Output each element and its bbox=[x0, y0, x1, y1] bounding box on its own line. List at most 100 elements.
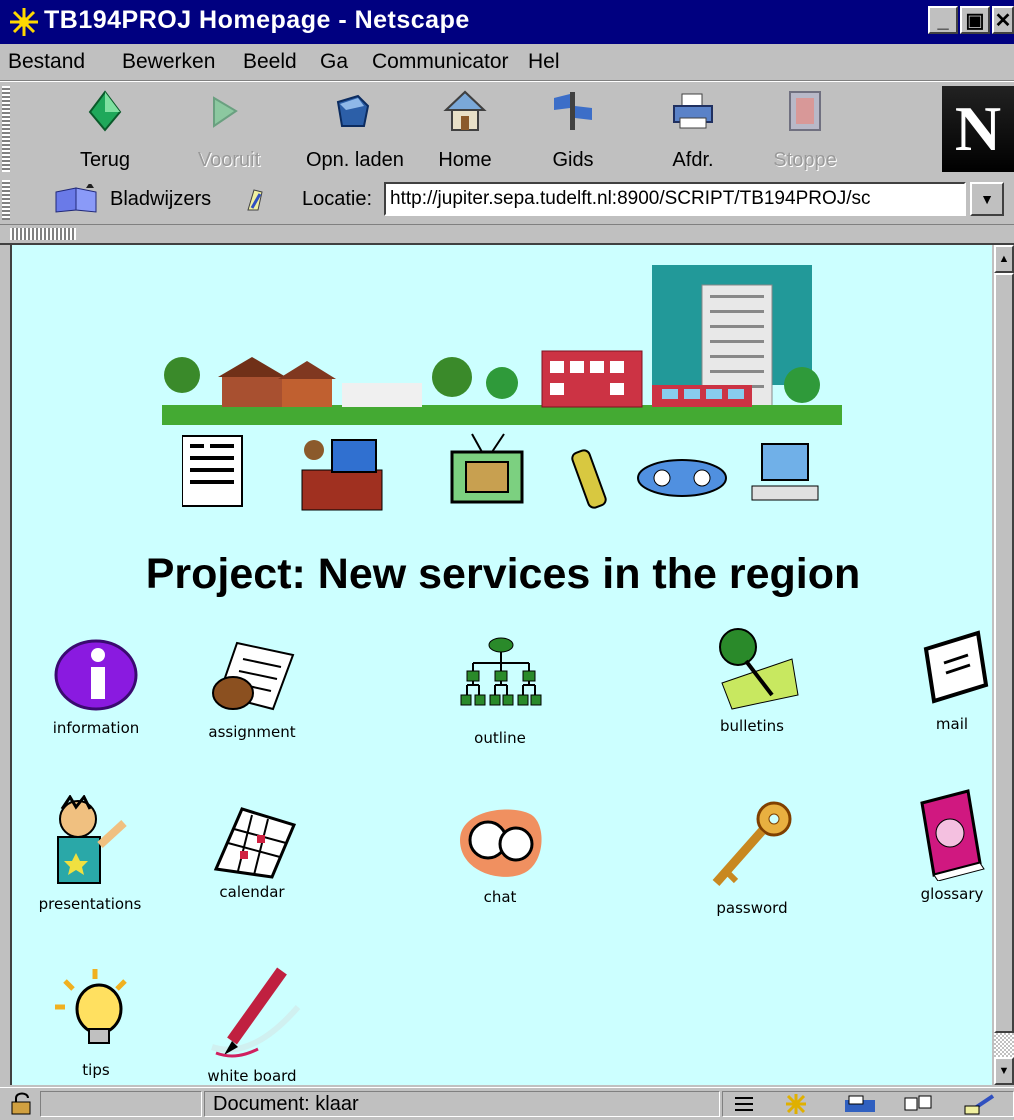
town-banner-image bbox=[162, 265, 842, 425]
location-url-field[interactable]: http://jupiter.sepa.tudelft.nl:8900/SCRI… bbox=[384, 182, 966, 216]
guide-label: Gids bbox=[552, 149, 594, 171]
navigator-icon[interactable] bbox=[781, 1092, 811, 1116]
computer-user-icon bbox=[751, 443, 819, 501]
nav-password[interactable]: password bbox=[682, 795, 822, 917]
back-label: Terug bbox=[79, 149, 131, 171]
stop-label: Stoppe bbox=[773, 149, 837, 171]
progress-meter bbox=[40, 1091, 202, 1117]
title-bar: TB194PROJ Homepage - Netscape _ ▣ ✕ bbox=[0, 0, 1014, 44]
white-board-icon bbox=[211, 967, 301, 1058]
scroll-thumb[interactable] bbox=[994, 273, 1014, 1033]
navigation-toolbar: Terug Vooruit Opn. laden Home Gids Afdr.… bbox=[0, 81, 1014, 177]
status-bar: Document: klaar bbox=[0, 1087, 1014, 1120]
guide-icon bbox=[554, 92, 592, 130]
nav-tips[interactable]: tips bbox=[26, 967, 166, 1079]
glossary-icon bbox=[920, 789, 985, 881]
vertical-scrollbar[interactable]: ▲ ▼ bbox=[994, 245, 1014, 1085]
tips-icon bbox=[55, 969, 127, 1044]
nav-chat[interactable]: chat bbox=[430, 800, 570, 906]
password-icon bbox=[712, 801, 792, 886]
white-board-label: white board bbox=[207, 1067, 297, 1085]
netscape-logo[interactable]: N bbox=[942, 86, 1014, 172]
location-label: Locatie: bbox=[302, 188, 373, 210]
calendar-label: calendar bbox=[219, 883, 285, 901]
discussion-icon[interactable] bbox=[903, 1094, 935, 1114]
menu-beeld[interactable]: Beeld bbox=[243, 50, 297, 74]
home-icon bbox=[443, 90, 487, 131]
page-content: Project: New services in the region info… bbox=[10, 245, 992, 1085]
scroll-up-button[interactable]: ▲ bbox=[994, 245, 1014, 273]
print-button[interactable]: Afdr. bbox=[648, 86, 738, 172]
bookmarks-label: Bladwijzers bbox=[110, 187, 212, 210]
nav-glossary[interactable]: glossary bbox=[882, 785, 992, 903]
location-toolbar: Bladwijzers Locatie: http://jupiter.sepa… bbox=[0, 176, 1014, 225]
nav-assignment[interactable]: assignment bbox=[182, 635, 322, 741]
presentations-label: presentations bbox=[38, 895, 142, 913]
stop-icon bbox=[789, 91, 821, 131]
stop-button[interactable]: Stoppe bbox=[760, 86, 850, 172]
home-button[interactable]: Home bbox=[420, 86, 510, 172]
composer-icon[interactable] bbox=[963, 1092, 999, 1116]
bulletins-icon bbox=[719, 628, 799, 710]
menu-help[interactable]: Hel bbox=[528, 50, 560, 74]
assignment-label: assignment bbox=[208, 723, 296, 741]
information-icon bbox=[54, 639, 138, 711]
page-proxy-icon[interactable] bbox=[244, 188, 266, 212]
outline-label: outline bbox=[474, 729, 526, 747]
nav-information[interactable]: information bbox=[26, 635, 166, 737]
outline-icon bbox=[460, 637, 542, 706]
presentations-icon bbox=[57, 795, 127, 884]
glossary-label: glossary bbox=[920, 885, 984, 903]
page-title: Project: New services in the region bbox=[145, 550, 861, 598]
scroll-down-button[interactable]: ▼ bbox=[994, 1057, 1014, 1085]
chat-label: chat bbox=[483, 888, 517, 906]
bookmarks-icon bbox=[55, 184, 97, 213]
nav-calendar[interactable]: calendar bbox=[182, 795, 322, 901]
password-label: password bbox=[716, 899, 788, 917]
personal-toolbar bbox=[0, 225, 1014, 245]
guide-button[interactable]: Gids bbox=[528, 86, 618, 172]
security-lock-icon[interactable] bbox=[8, 1092, 38, 1116]
menu-ga[interactable]: Ga bbox=[320, 50, 348, 74]
mobile-phone-icon bbox=[571, 449, 607, 509]
menu-bar: Bestand Bewerken Beeld Ga Communicator H… bbox=[0, 44, 1014, 81]
chat-icon bbox=[460, 809, 542, 877]
url-history-dropdown[interactable]: ▼ bbox=[970, 182, 1004, 216]
menu-communicator[interactable]: Communicator bbox=[372, 50, 509, 74]
nav-mail[interactable]: mail bbox=[882, 627, 992, 733]
bulletins-label: bulletins bbox=[720, 717, 784, 735]
calendar-icon bbox=[213, 807, 297, 879]
maximize-button[interactable]: ▣ bbox=[960, 6, 990, 34]
nav-presentations[interactable]: presentations bbox=[20, 795, 160, 913]
back-button[interactable]: Terug bbox=[60, 86, 150, 172]
forward-arrow-icon bbox=[213, 96, 238, 128]
bookmarks-button[interactable]: Bladwijzers bbox=[52, 182, 211, 216]
menu-bestand[interactable]: Bestand bbox=[8, 50, 85, 74]
services-strip-image bbox=[182, 433, 819, 511]
back-arrow-icon bbox=[88, 90, 122, 132]
mailbox-icon[interactable] bbox=[843, 1094, 879, 1114]
minimize-button[interactable]: _ bbox=[928, 6, 958, 34]
forward-label: Vooruit bbox=[197, 149, 261, 171]
personal-toolbar-grip[interactable] bbox=[10, 228, 76, 240]
radio-icon bbox=[637, 459, 727, 497]
print-label: Afdr. bbox=[672, 149, 714, 171]
nav-bulletins[interactable]: bulletins bbox=[682, 623, 822, 735]
netscape-app-icon[interactable] bbox=[8, 6, 40, 38]
nav-outline[interactable]: outline bbox=[430, 635, 570, 747]
forward-button[interactable]: Vooruit bbox=[184, 86, 274, 172]
reload-button[interactable]: Opn. laden bbox=[306, 86, 404, 172]
mail-label: mail bbox=[935, 715, 969, 733]
location-grip[interactable] bbox=[2, 180, 10, 220]
toolbar-grip[interactable] bbox=[2, 86, 10, 172]
nav-white-board[interactable]: white board bbox=[182, 967, 322, 1085]
component-bar bbox=[722, 1091, 1014, 1117]
close-button[interactable]: ✕ bbox=[992, 6, 1014, 34]
menu-bewerken[interactable]: Bewerken bbox=[122, 50, 215, 74]
status-text: Document: klaar bbox=[204, 1091, 720, 1117]
document-list-icon[interactable] bbox=[733, 1094, 755, 1114]
mail-icon bbox=[923, 630, 989, 704]
television-icon bbox=[450, 433, 524, 504]
fax-icon bbox=[182, 435, 243, 507]
reload-label: Opn. laden bbox=[306, 149, 404, 171]
